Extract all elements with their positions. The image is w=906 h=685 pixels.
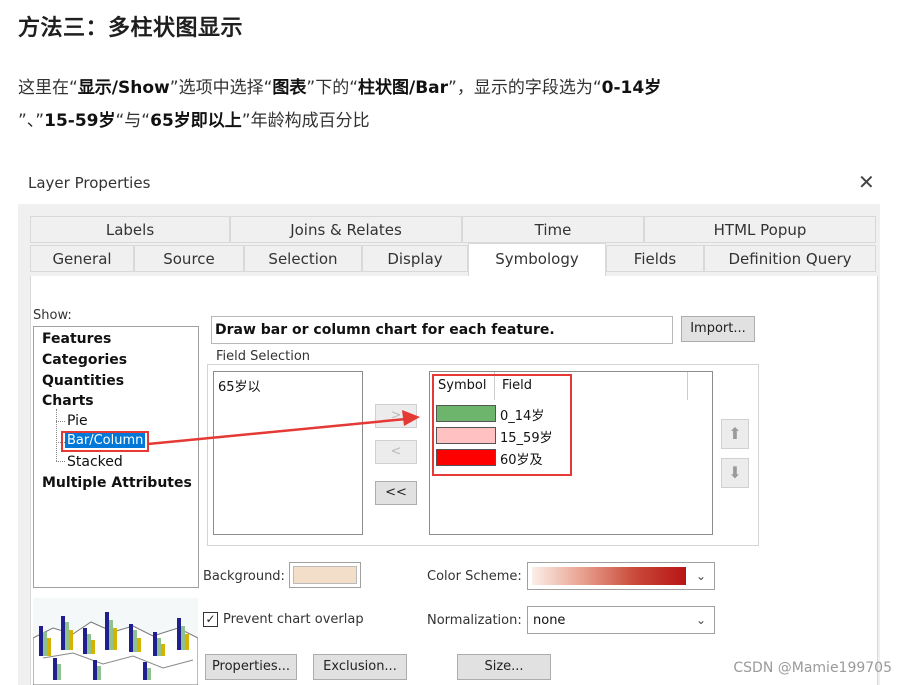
- article-paragraph: 这里在“显示/Show”选项中选择“图表”下的“柱状图/Bar”，显示的字段选为…: [18, 78, 662, 131]
- watermark: CSDN @Mamie199705: [733, 660, 892, 676]
- annotation-arrow: [147, 410, 420, 446]
- layer-properties-dialog: Layer Properties ✕ Labels Joins & Relate…: [18, 160, 880, 685]
- article-title: 方法三：多柱状图显示: [18, 16, 244, 41]
